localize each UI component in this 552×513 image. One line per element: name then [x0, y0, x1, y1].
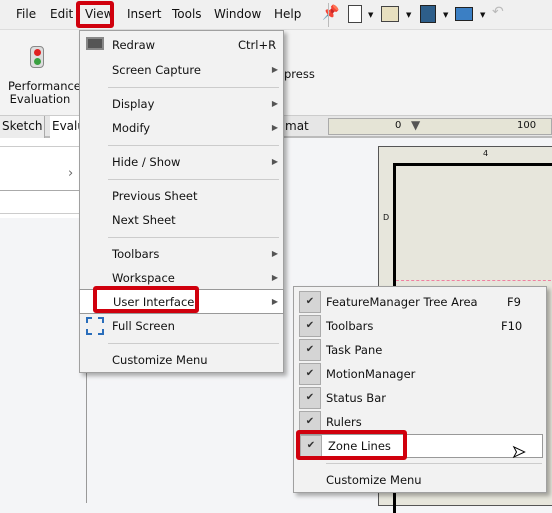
- label: Evaluation: [9, 92, 71, 106]
- tab-sheet-format[interactable]: mat: [283, 116, 311, 138]
- checkmark-icon: ✔: [299, 363, 321, 385]
- label: Toolbars: [326, 319, 374, 333]
- performance-evaluation-icon[interactable]: [30, 46, 44, 68]
- print-icon[interactable]: [455, 7, 473, 21]
- menu-edit[interactable]: Edit: [50, 7, 73, 21]
- menu-tools[interactable]: Tools: [172, 7, 202, 21]
- label: Full Screen: [112, 319, 175, 333]
- label: Previous Sheet: [112, 189, 198, 203]
- menu-item-redraw[interactable]: Redraw Ctrl+R: [80, 33, 283, 57]
- zone-label: 4: [483, 149, 489, 158]
- label: Task Pane: [326, 343, 383, 357]
- separator: [326, 463, 542, 464]
- chevron-right-icon[interactable]: ›: [68, 166, 73, 181]
- menu-help[interactable]: Help: [274, 7, 301, 21]
- dropdown-icon[interactable]: ▼: [443, 11, 448, 19]
- menu-file[interactable]: File: [16, 7, 36, 21]
- menu-item-toolbars[interactable]: ✔ Toolbars F10: [294, 314, 546, 338]
- label: Screen Capture: [112, 63, 201, 77]
- feature-manager-panel: ›: [0, 138, 80, 218]
- performance-evaluation-button[interactable]: Performance Evaluation: [8, 80, 81, 106]
- shortcut: F10: [501, 319, 523, 333]
- checkmark-icon: ✔: [299, 315, 321, 337]
- menu-insert[interactable]: Insert: [127, 7, 161, 21]
- label: Customize Menu: [112, 353, 208, 367]
- label: Toolbars: [112, 247, 160, 261]
- label: MotionManager: [326, 367, 416, 381]
- checkmark-icon: ✔: [299, 387, 321, 409]
- mouse-cursor-icon: ➤: [511, 442, 526, 462]
- label: Customize Menu: [326, 473, 422, 487]
- separator: [108, 237, 279, 238]
- highlight-box: [76, 1, 114, 28]
- menu-item-screen-capture[interactable]: Screen Capture ▶: [80, 58, 283, 82]
- label: Next Sheet: [112, 213, 176, 227]
- shortcut: F9: [507, 295, 521, 309]
- menu-item-modify[interactable]: Modify ▶: [80, 116, 283, 140]
- new-document-icon[interactable]: [348, 5, 362, 23]
- menu-item-next-sheet[interactable]: Next Sheet: [80, 208, 283, 232]
- tab-sketch[interactable]: Sketch: [0, 116, 46, 138]
- submenu-arrow-icon: ▶: [271, 99, 278, 108]
- menu-item-toolbars[interactable]: Toolbars ▶: [80, 242, 283, 266]
- label: Redraw: [112, 38, 156, 52]
- menu-item-full-screen[interactable]: Full Screen: [80, 314, 283, 338]
- separator: [108, 343, 279, 344]
- menu-item-display[interactable]: Display ▶: [80, 92, 283, 116]
- menu-item-customize-menu[interactable]: Customize Menu: [80, 348, 283, 372]
- menu-item-motionmanager[interactable]: ✔ MotionManager: [294, 362, 546, 386]
- menu-item-status-bar[interactable]: ✔ Status Bar: [294, 386, 546, 410]
- divider: [328, 3, 329, 27]
- ruler-label: 100: [517, 120, 537, 131]
- separator: [108, 145, 279, 146]
- menu-item-task-pane[interactable]: ✔ Task Pane: [294, 338, 546, 362]
- user-interface-submenu: ✔ FeatureManager Tree Area F9 ✔ Toolbars F10…: [293, 286, 547, 493]
- dropdown-icon[interactable]: ▼: [406, 11, 411, 19]
- checkmark-icon: ✔: [299, 339, 321, 361]
- ruler[interactable]: 0 ▼ 100: [328, 118, 552, 135]
- full-screen-icon: [86, 317, 104, 335]
- label: Hide / Show: [112, 155, 181, 169]
- submenu-arrow-icon: ▶: [271, 123, 278, 132]
- menu-item-hide-show[interactable]: Hide / Show ▶: [80, 150, 283, 174]
- dropdown-icon[interactable]: ▼: [480, 11, 485, 19]
- divider: [86, 372, 87, 503]
- save-icon[interactable]: [420, 5, 436, 23]
- label: FeatureManager Tree Area: [326, 295, 478, 309]
- submenu-arrow-icon: ▶: [271, 65, 278, 74]
- checkmark-icon: ✔: [299, 291, 321, 313]
- undo-icon[interactable]: ↶: [492, 4, 504, 20]
- ribbon-button-label[interactable]: press: [284, 67, 315, 81]
- view-menu: Redraw Ctrl+R Screen Capture ▶ Display ▶ M…: [79, 30, 284, 373]
- menu-item-featuremanager-tree-area[interactable]: ✔ FeatureManager Tree Area F9: [294, 290, 546, 314]
- highlight-box: [93, 286, 199, 313]
- highlight-box: [296, 430, 407, 460]
- redraw-icon: [86, 37, 104, 50]
- ruler-label: 0: [395, 120, 402, 131]
- ruler-marker-icon[interactable]: ▼: [411, 118, 420, 132]
- open-folder-icon[interactable]: [381, 6, 399, 22]
- dropdown-icon[interactable]: ▼: [368, 11, 373, 19]
- zone-label: D: [383, 213, 390, 222]
- label: Display: [112, 97, 155, 111]
- menu-window[interactable]: Window: [214, 7, 261, 21]
- pin-icon[interactable]: 📌: [322, 5, 339, 21]
- submenu-arrow-icon: ▶: [271, 157, 278, 166]
- separator: [108, 179, 279, 180]
- submenu-arrow-icon: ▶: [271, 297, 278, 306]
- label: Modify: [112, 121, 151, 135]
- submenu-arrow-icon: ▶: [271, 249, 278, 258]
- shortcut: Ctrl+R: [238, 38, 277, 52]
- label: Status Bar: [326, 391, 386, 405]
- separator: [108, 87, 279, 88]
- menu-item-previous-sheet[interactable]: Previous Sheet: [80, 184, 283, 208]
- submenu-arrow-icon: ▶: [271, 273, 278, 282]
- menu-item-customize-menu[interactable]: Customize Menu: [294, 468, 546, 492]
